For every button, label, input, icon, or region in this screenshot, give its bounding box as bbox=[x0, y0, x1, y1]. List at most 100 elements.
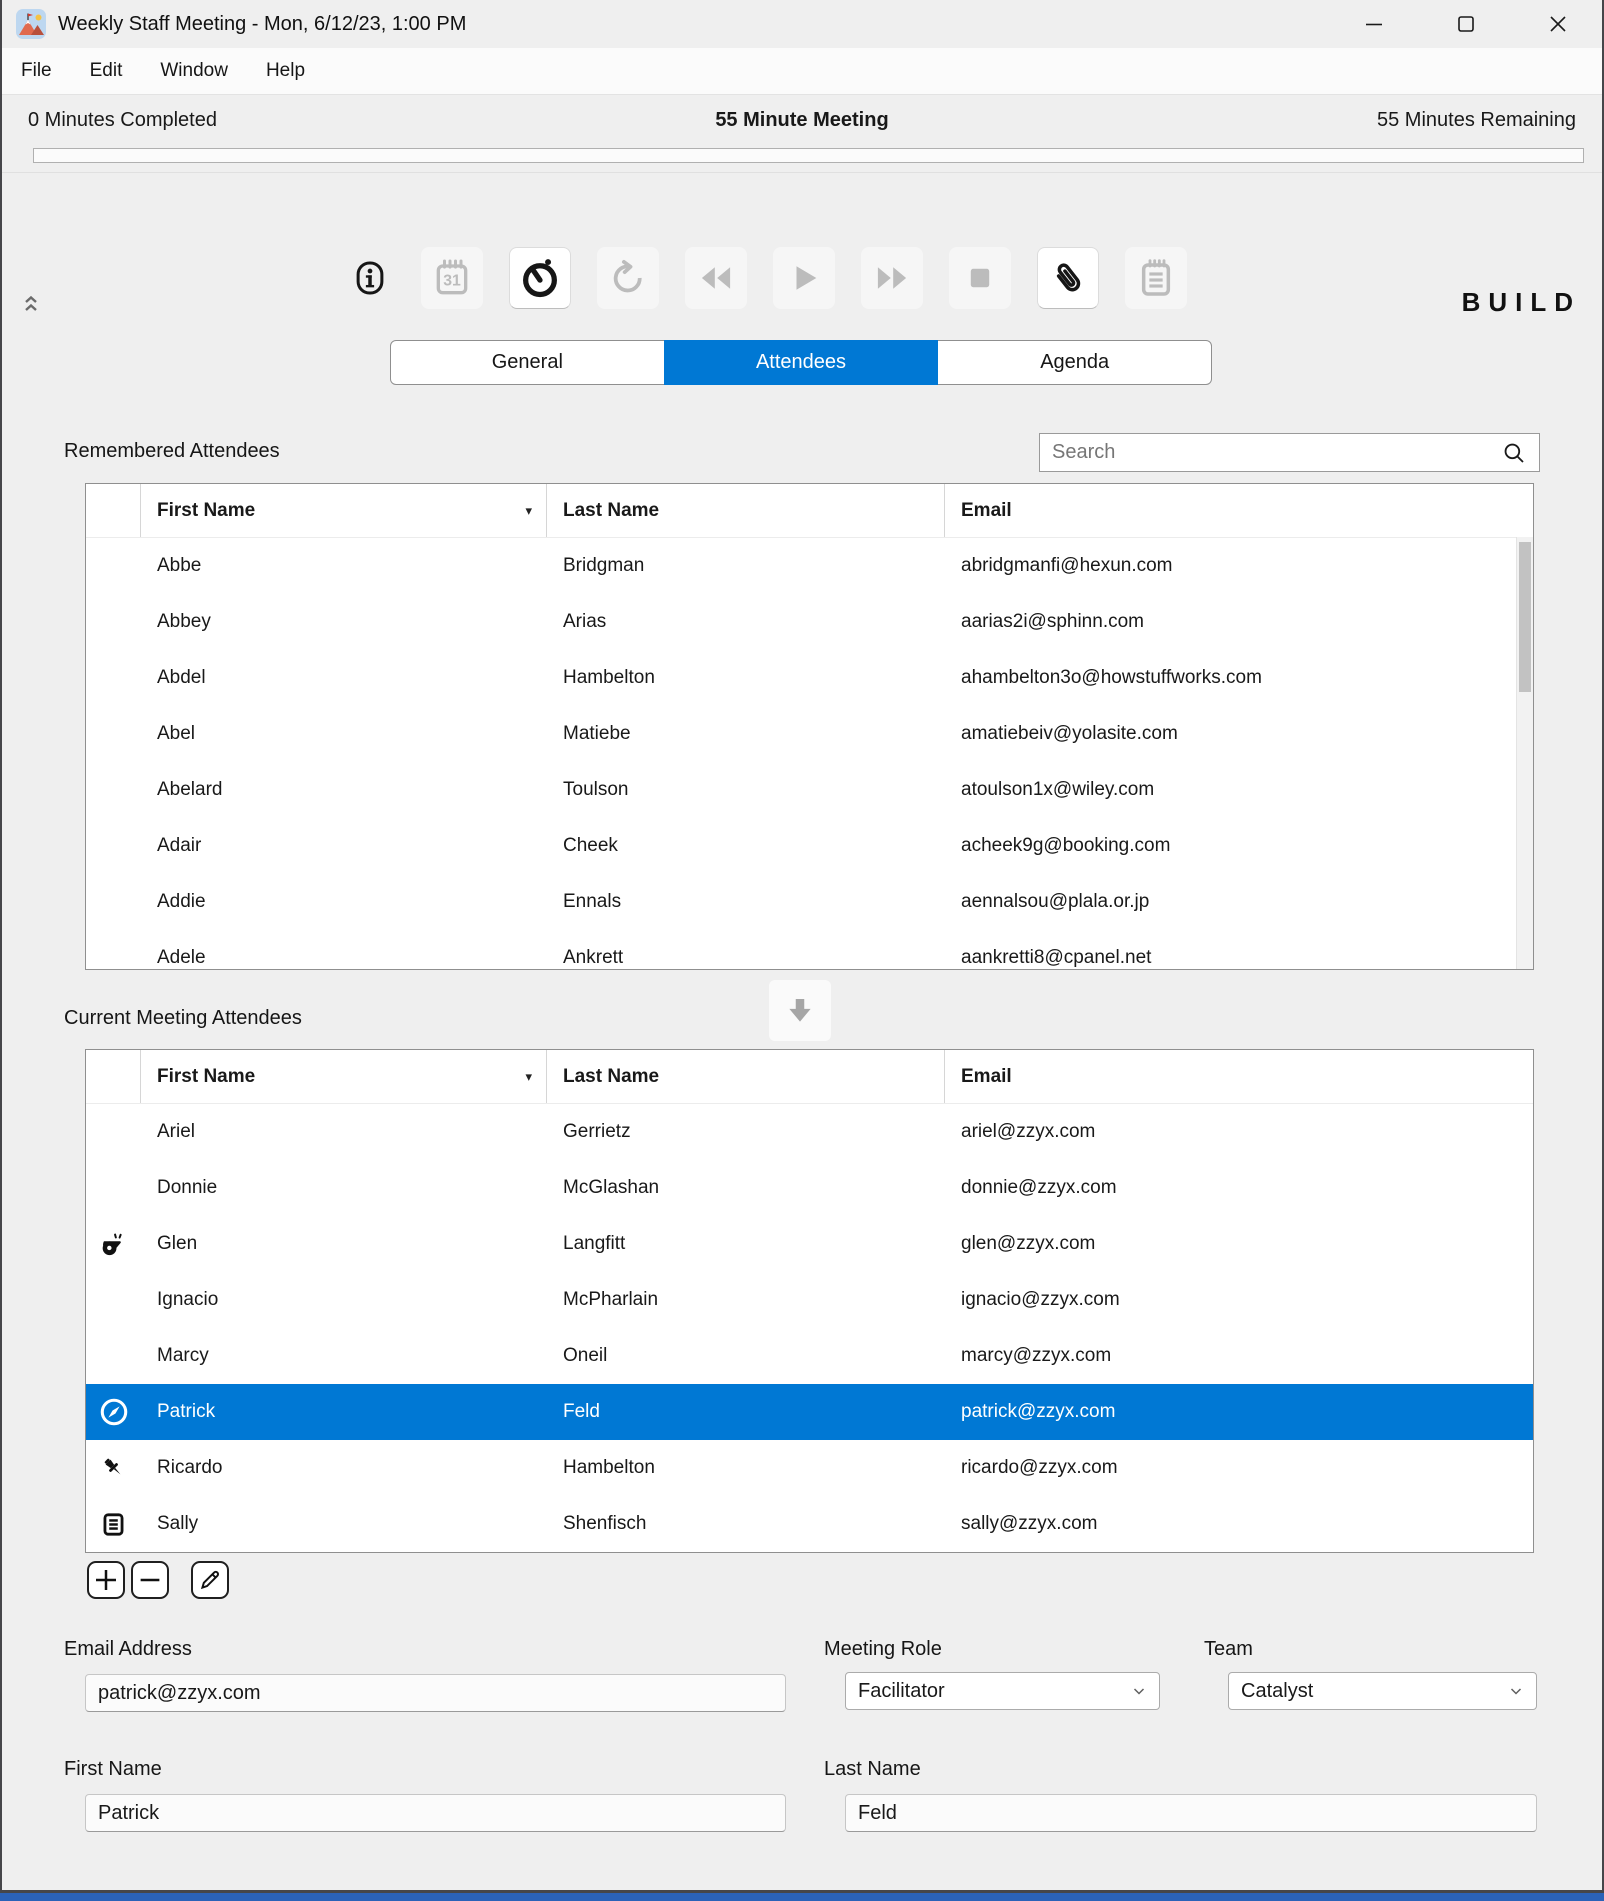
attendee-row[interactable]: AdairCheekacheek9g@booking.com bbox=[86, 818, 1533, 874]
menu-edit[interactable]: Edit bbox=[90, 60, 123, 82]
attendee-row[interactable]: IgnacioMcPharlainignacio@zzyx.com bbox=[86, 1272, 1533, 1328]
first-name-field[interactable] bbox=[85, 1794, 786, 1832]
maximize-icon[interactable] bbox=[1446, 7, 1486, 41]
column-header-first-name[interactable]: First Name ▾ bbox=[141, 1050, 547, 1103]
cell-last-name: Ankrett bbox=[547, 947, 945, 969]
cell-email: atoulson1x@wiley.com bbox=[945, 779, 1533, 801]
note-icon bbox=[86, 1511, 141, 1538]
cell-email: patrick@zzyx.com bbox=[945, 1401, 1533, 1423]
add-attendee-button[interactable] bbox=[87, 1561, 125, 1599]
attendee-row[interactable]: ArielGerrietzariel@zzyx.com bbox=[86, 1104, 1533, 1160]
pencil-icon bbox=[197, 1567, 223, 1593]
column-header-gutter bbox=[86, 1050, 141, 1103]
minimize-icon[interactable] bbox=[1354, 7, 1394, 41]
search-icon[interactable] bbox=[1501, 440, 1527, 466]
sort-descending-icon: ▾ bbox=[525, 1069, 532, 1085]
column-header-email[interactable]: Email bbox=[945, 484, 1533, 537]
cell-last-name: Arias bbox=[547, 611, 945, 633]
cell-email: glen@zzyx.com bbox=[945, 1233, 1533, 1255]
column-header-first-name[interactable]: First Name ▾ bbox=[141, 484, 547, 537]
fast-forward-button[interactable] bbox=[861, 247, 923, 309]
reset-button[interactable] bbox=[597, 247, 659, 309]
cell-first-name: Donnie bbox=[141, 1177, 547, 1199]
cell-email: ahambelton3o@howstuffworks.com bbox=[945, 667, 1533, 689]
column-header-email[interactable]: Email bbox=[945, 1050, 1533, 1103]
menu-help[interactable]: Help bbox=[266, 60, 305, 82]
attendee-row[interactable]: PatrickFeldpatrick@zzyx.com bbox=[86, 1384, 1533, 1440]
attendee-row[interactable]: MarcyOneilmarcy@zzyx.com bbox=[86, 1328, 1533, 1384]
titlebar: Weekly Staff Meeting - Mon, 6/12/23, 1:0… bbox=[2, 0, 1602, 48]
cell-first-name: Addie bbox=[141, 891, 547, 913]
cell-last-name: Hambelton bbox=[547, 667, 945, 689]
brand-logo: BUILD bbox=[1462, 287, 1581, 318]
stop-icon bbox=[963, 261, 997, 295]
attendee-row[interactable]: DonnieMcGlashandonnie@zzyx.com bbox=[86, 1160, 1533, 1216]
cell-email: abridgmanfi@hexun.com bbox=[945, 555, 1533, 577]
collapse-toolbar-chevrons-icon[interactable] bbox=[20, 292, 42, 316]
attendee-row[interactable]: SallyShenfischsally@zzyx.com bbox=[86, 1496, 1533, 1552]
email-address-field[interactable] bbox=[85, 1674, 786, 1712]
column-header-last-name[interactable]: Last Name bbox=[547, 1050, 945, 1103]
stopwatch-button[interactable] bbox=[509, 247, 571, 309]
attendee-row[interactable]: AbdelHambeltonahambelton3o@howstuffworks… bbox=[86, 650, 1533, 706]
vertical-scrollbar[interactable] bbox=[1516, 537, 1533, 969]
search-input[interactable] bbox=[1040, 440, 1501, 465]
cell-email: aennalsou@plala.or.jp bbox=[945, 891, 1533, 913]
cell-email: ignacio@zzyx.com bbox=[945, 1289, 1533, 1311]
play-button[interactable] bbox=[773, 247, 835, 309]
scrollbar-thumb[interactable] bbox=[1519, 542, 1531, 692]
attendee-row[interactable]: AbelardToulsonatoulson1x@wiley.com bbox=[86, 762, 1533, 818]
close-icon[interactable] bbox=[1538, 7, 1578, 41]
menu-window[interactable]: Window bbox=[160, 60, 228, 82]
cell-first-name: Marcy bbox=[141, 1345, 547, 1367]
tab-general[interactable]: General bbox=[390, 340, 665, 385]
meeting-role-value: Facilitator bbox=[858, 1680, 945, 1703]
last-name-field[interactable] bbox=[845, 1794, 1537, 1832]
cell-last-name: Hambelton bbox=[547, 1457, 945, 1479]
cell-last-name: McGlashan bbox=[547, 1177, 945, 1199]
info-button[interactable] bbox=[345, 247, 395, 309]
cell-last-name: Shenfisch bbox=[547, 1513, 945, 1535]
attendee-row[interactable]: AddieEnnalsaennalsou@plala.or.jp bbox=[86, 874, 1533, 930]
add-to-meeting-button[interactable] bbox=[769, 980, 831, 1041]
plus-icon bbox=[91, 1565, 121, 1595]
attendee-row[interactable]: AdeleAnkrettaankretti8@cpanel.net bbox=[86, 930, 1533, 969]
attendee-row[interactable]: AbelMatiebeamatiebeiv@yolasite.com bbox=[86, 706, 1533, 762]
chevron-down-icon bbox=[1508, 1683, 1524, 1699]
meeting-role-select[interactable]: Facilitator bbox=[845, 1672, 1160, 1710]
attendee-row[interactable]: GlenLangfittglen@zzyx.com bbox=[86, 1216, 1533, 1272]
menu-file[interactable]: File bbox=[21, 60, 52, 82]
cell-email: ariel@zzyx.com bbox=[945, 1121, 1533, 1143]
cell-first-name: Adair bbox=[141, 835, 547, 857]
tab-bar: GeneralAttendeesAgenda bbox=[390, 340, 1212, 385]
edit-attendee-button[interactable] bbox=[191, 1561, 229, 1599]
attendee-row[interactable]: RicardoHambeltonricardo@zzyx.com bbox=[86, 1440, 1533, 1496]
stop-button[interactable] bbox=[949, 247, 1011, 309]
cell-last-name: Cheek bbox=[547, 835, 945, 857]
team-select[interactable]: Catalyst bbox=[1228, 1672, 1537, 1710]
reset-icon bbox=[609, 259, 647, 297]
meeting-progress-labels: 0 Minutes Completed 55 Minute Meeting 55… bbox=[2, 95, 1602, 145]
first-name-label: First Name bbox=[64, 1758, 162, 1781]
play-icon bbox=[786, 260, 822, 296]
attendee-row[interactable]: AbbeBridgmanabridgmanfi@hexun.com bbox=[86, 538, 1533, 594]
clipboard-button[interactable] bbox=[1125, 247, 1187, 309]
cell-email: aarias2i@sphinn.com bbox=[945, 611, 1533, 633]
table-header-row: First Name ▾ Last Name Email bbox=[86, 1050, 1533, 1104]
attendee-row[interactable]: AbbeyAriasaarias2i@sphinn.com bbox=[86, 594, 1533, 650]
cell-first-name: Ricardo bbox=[141, 1457, 547, 1479]
remove-attendee-button[interactable] bbox=[131, 1561, 169, 1599]
cell-email: aankretti8@cpanel.net bbox=[945, 947, 1533, 969]
paperclip-button[interactable] bbox=[1037, 247, 1099, 309]
cell-first-name: Abdel bbox=[141, 667, 547, 689]
tab-agenda[interactable]: Agenda bbox=[937, 340, 1212, 385]
column-header-last-name[interactable]: Last Name bbox=[547, 484, 945, 537]
calendar-button[interactable]: 31 bbox=[421, 247, 483, 309]
meeting-length-label: 55 Minute Meeting bbox=[2, 109, 1602, 132]
attendee-actions bbox=[87, 1561, 229, 1599]
tab-attendees[interactable]: Attendees bbox=[664, 340, 939, 385]
cell-first-name: Ariel bbox=[141, 1121, 547, 1143]
paperclip-icon bbox=[1048, 258, 1088, 298]
menu-bar: File Edit Window Help bbox=[2, 48, 1602, 95]
rewind-button[interactable] bbox=[685, 247, 747, 309]
